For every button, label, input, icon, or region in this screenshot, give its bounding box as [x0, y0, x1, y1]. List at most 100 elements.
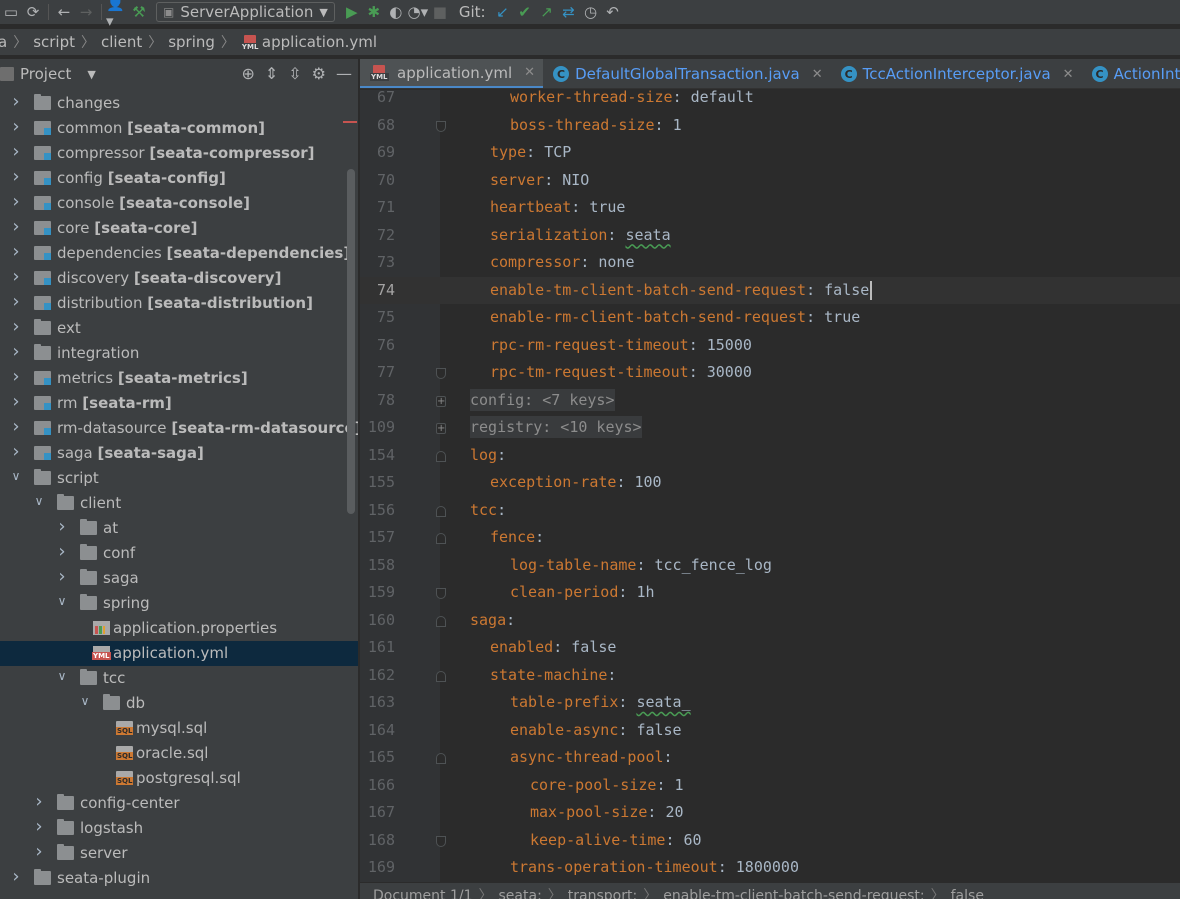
tree-folder-item[interactable]: ∨ spring	[0, 591, 358, 616]
chevron-right-icon[interactable]: ›	[33, 791, 45, 812]
gear-icon[interactable]: ⚙	[312, 64, 326, 83]
chevron-down-icon[interactable]: ∨	[79, 694, 91, 708]
tree-folder-item[interactable]: › server	[0, 841, 358, 866]
rollback-icon[interactable]: ↶	[602, 2, 624, 22]
breadcrumb-item[interactable]: script	[27, 33, 81, 51]
tree-file-item[interactable]: mysql.sql	[0, 716, 358, 741]
tree-module-item[interactable]: › saga [seata-saga]	[0, 441, 358, 466]
chevron-right-icon[interactable]: ›	[10, 191, 22, 212]
user-icon[interactable]: 👤▾	[106, 0, 128, 30]
chevron-down-icon[interactable]: ▼	[87, 68, 95, 81]
fold-marker-icon[interactable]	[436, 450, 446, 462]
tree-module-item[interactable]: › compressor [seata-compressor]	[0, 141, 358, 166]
chevron-right-icon[interactable]: ›	[10, 266, 22, 287]
run-configuration-select[interactable]: ▣ ServerApplication ▼	[156, 2, 335, 22]
fold-marker-icon[interactable]	[436, 670, 446, 682]
editor-tab[interactable]: C TccActionInterceptor.java ✕	[831, 59, 1082, 88]
chevron-right-icon[interactable]: ›	[10, 366, 22, 387]
folded-region[interactable]: registry: <10 keys>	[470, 416, 642, 438]
chevron-down-icon[interactable]: ∨	[33, 494, 45, 508]
tree-folder-item[interactable]: › saga	[0, 566, 358, 591]
expand-all-icon[interactable]: ⇕	[265, 64, 278, 83]
tree-folder-item[interactable]: ∨ client	[0, 491, 358, 516]
chevron-down-icon[interactable]: ∨	[56, 669, 68, 683]
tree-folder-item[interactable]: ∨ db	[0, 691, 358, 716]
breadcrumb-item[interactable]: spring	[162, 33, 221, 51]
fold-marker-icon[interactable]	[436, 835, 446, 847]
tree-folder-item[interactable]: › integration	[0, 341, 358, 366]
build-hammer-icon[interactable]: ⚒	[128, 2, 150, 22]
chevron-right-icon[interactable]: ›	[33, 816, 45, 837]
breadcrumb-item[interactable]: application.yml	[235, 33, 383, 51]
breadcrumb-item[interactable]: client	[95, 33, 148, 51]
hide-icon[interactable]: —	[336, 64, 352, 83]
yaml-path-item[interactable]: seata:	[499, 888, 542, 899]
back-icon[interactable]: ←	[53, 2, 75, 22]
tree-module-item[interactable]: › discovery [seata-discovery]	[0, 266, 358, 291]
yaml-path-item[interactable]: transport:	[568, 888, 637, 899]
yaml-path-item[interactable]: Document 1/1	[373, 888, 473, 899]
expand-fold-icon[interactable]	[436, 415, 446, 443]
tree-folder-item[interactable]: › ext	[0, 316, 358, 341]
run-icon[interactable]: ▶	[341, 2, 363, 22]
tree-folder-item[interactable]: › logstash	[0, 816, 358, 841]
tree-folder-item[interactable]: ∨ tcc	[0, 666, 358, 691]
tree-module-item[interactable]: › distribution [seata-distribution]	[0, 291, 358, 316]
locate-icon[interactable]: ⊕	[241, 64, 254, 83]
chevron-right-icon[interactable]: ›	[10, 341, 22, 362]
tree-module-item[interactable]: › rm [seata-rm]	[0, 391, 358, 416]
chevron-right-icon[interactable]: ›	[10, 141, 22, 162]
tree-module-item[interactable]: › metrics [seata-metrics]	[0, 366, 358, 391]
tree-folder-item[interactable]: › at	[0, 516, 358, 541]
editor-tab[interactable]: application.yml ✕	[360, 59, 544, 88]
chevron-right-icon[interactable]: ›	[10, 91, 22, 112]
fold-marker-icon[interactable]	[436, 505, 446, 517]
tree-folder-item[interactable]: ∨ script	[0, 466, 358, 491]
expand-fold-icon[interactable]	[436, 388, 446, 415]
fold-marker-icon[interactable]	[436, 533, 446, 544]
editor-tab[interactable]: C ActionInter	[1082, 59, 1180, 88]
fold-marker-icon[interactable]	[436, 588, 446, 599]
fold-marker-icon[interactable]	[436, 368, 446, 379]
tree-file-item[interactable]: application.properties	[0, 616, 358, 641]
folded-region[interactable]: config: <7 keys>	[470, 388, 615, 411]
tree-folder-item[interactable]: › config-center	[0, 791, 358, 816]
tree-folder-item[interactable]: › changes	[0, 91, 358, 116]
chevron-right-icon[interactable]: ›	[56, 566, 68, 587]
editor-tab[interactable]: C DefaultGlobalTransaction.java ✕	[543, 59, 831, 88]
git-commit-icon[interactable]: ✔	[514, 2, 536, 22]
git-update-icon[interactable]: ↙	[492, 2, 514, 22]
tree-module-item[interactable]: › config [seata-config]	[0, 166, 358, 191]
stop-icon[interactable]: ■	[429, 2, 451, 22]
chevron-right-icon[interactable]: ›	[33, 841, 45, 862]
chevron-right-icon[interactable]: ›	[10, 216, 22, 237]
chevron-right-icon[interactable]: ›	[10, 441, 22, 462]
sync-icon[interactable]: ⟳	[22, 2, 44, 22]
fold-marker-icon[interactable]	[436, 615, 446, 627]
tree-module-item[interactable]: › dependencies [seata-dependencies]	[0, 241, 358, 266]
chevron-right-icon[interactable]: ›	[10, 866, 22, 887]
yaml-path-item[interactable]: enable-tm-client-batch-send-request:	[663, 888, 924, 899]
close-icon[interactable]: ✕	[524, 65, 535, 80]
tree-module-item[interactable]: › common [seata-common]	[0, 116, 358, 141]
forward-icon[interactable]: →	[75, 2, 97, 22]
breadcrumb-item[interactable]: a	[0, 33, 13, 51]
project-title[interactable]: Project	[20, 65, 71, 83]
fold-marker-icon[interactable]	[436, 120, 446, 132]
chevron-right-icon[interactable]: ›	[10, 241, 22, 262]
tree-scrollbar[interactable]	[347, 169, 355, 514]
chevron-right-icon[interactable]: ›	[10, 116, 22, 137]
chevron-right-icon[interactable]: ›	[10, 416, 22, 437]
close-icon[interactable]: ✕	[1063, 67, 1074, 82]
code-editor[interactable]: 67 worker-thread-size: default 68 boss-thre…	[360, 90, 1180, 882]
chevron-right-icon[interactable]: ›	[56, 541, 68, 562]
tree-file-item[interactable]: application.yml	[0, 641, 358, 666]
fold-marker-icon[interactable]	[436, 753, 446, 764]
tree-module-item[interactable]: › console [seata-console]	[0, 191, 358, 216]
chevron-right-icon[interactable]: ›	[10, 291, 22, 312]
git-merge-icon[interactable]: ⇄	[558, 2, 580, 22]
chevron-right-icon[interactable]: ›	[10, 316, 22, 337]
collapse-all-icon[interactable]: ⇳	[288, 64, 301, 83]
git-push-icon[interactable]: ↗	[536, 2, 558, 22]
profile-icon[interactable]: ◔▾	[407, 2, 429, 22]
